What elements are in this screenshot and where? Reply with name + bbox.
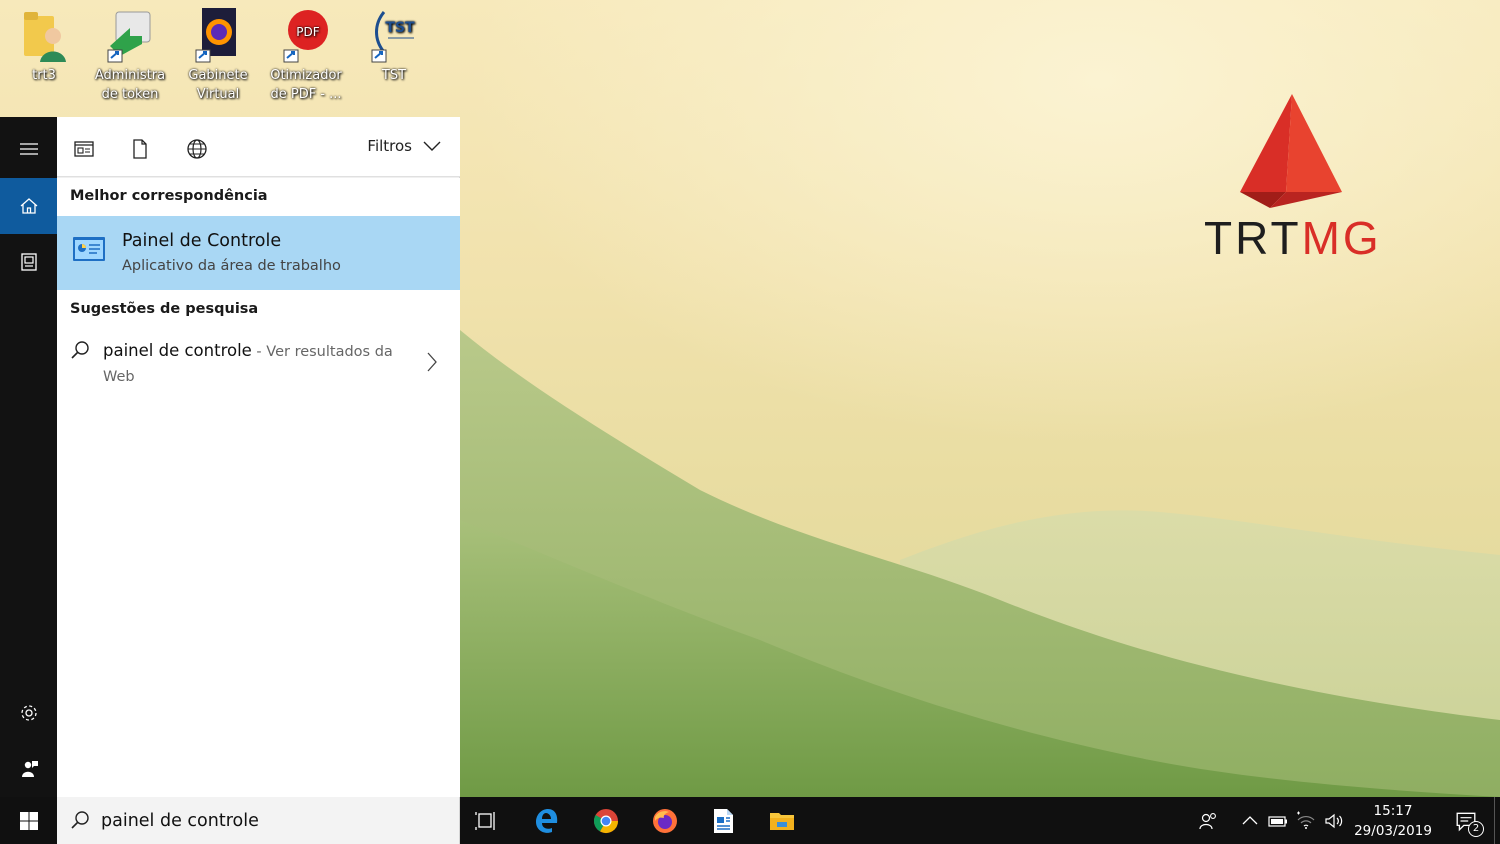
clock-time: 15:17: [1373, 803, 1413, 819]
trtmg-logo-text: TRTMG: [1204, 212, 1382, 264]
search-panel: Filtros Melhor correspondência Painel de…: [57, 117, 460, 797]
best-match-header: Melhor correspondência: [70, 188, 268, 204]
desktop-icon-tst[interactable]: TST TST: [352, 6, 436, 85]
desktop-icon-label: TST: [381, 68, 407, 83]
best-match-subtitle: Aplicativo da área de trabalho: [122, 258, 341, 274]
network-button[interactable]: [1293, 797, 1319, 844]
apps-scope-button[interactable]: [70, 135, 98, 163]
search-icon: [71, 811, 89, 829]
suggestion-text: painel de controle - Ver resultados da W…: [103, 339, 403, 389]
notification-count-badge: 2: [1468, 821, 1484, 837]
people-button[interactable]: [1193, 797, 1223, 844]
best-match-title: Painel de Controle: [122, 231, 282, 251]
documents-scope-icon: [133, 139, 147, 159]
document-editor-taskbar-button[interactable]: [697, 797, 749, 844]
wifi-icon: [1297, 811, 1315, 829]
notebook-icon: [20, 253, 37, 271]
file-explorer-icon: [770, 812, 794, 830]
logo-text-mg: MG: [1301, 212, 1382, 264]
suggestion-query: painel de controle: [103, 341, 252, 360]
notebook-button[interactable]: [0, 234, 57, 290]
clock-date: 29/03/2019: [1354, 823, 1432, 839]
chevron-down-icon: [423, 141, 441, 151]
web-scope-icon: [187, 139, 207, 159]
web-scope-button[interactable]: [183, 135, 211, 163]
filters-dropdown[interactable]: Filtros: [367, 137, 442, 155]
start-button[interactable]: [0, 797, 57, 844]
task-view-button[interactable]: [461, 797, 513, 844]
desktop-icon-label: Gabinete Virtual: [188, 68, 248, 102]
desktop-icon-token-admin[interactable]: Administra de token: [88, 6, 172, 104]
chevron-right-icon[interactable]: [426, 351, 438, 373]
feedback-icon: [21, 761, 38, 777]
edge-icon: [536, 808, 558, 833]
volume-icon: [1325, 813, 1343, 828]
filters-label: Filtros: [367, 137, 412, 155]
desktop-icon-label: Otimizador de PDF - ...: [270, 68, 342, 102]
pdf-optimizer-icon: PDF: [282, 6, 330, 64]
desktop-icon-gabinete-virtual[interactable]: Gabinete Virtual: [176, 6, 260, 104]
tst-shortcut-icon: TST: [370, 6, 418, 64]
apps-scope-icon: [74, 141, 94, 157]
hamburger-menu-icon: [19, 143, 38, 155]
firefox-icon: [653, 808, 677, 833]
desktop-icon-trt3[interactable]: trt3: [2, 6, 86, 85]
start-rail: [0, 117, 57, 797]
chrome-icon: [593, 808, 618, 833]
action-center-button[interactable]: 2: [1446, 797, 1486, 844]
task-view-icon: [475, 811, 495, 830]
document-editor-icon: [714, 808, 733, 833]
home-icon: [20, 198, 37, 214]
desktop-icon-label: trt3: [32, 68, 56, 83]
people-icon: [1199, 812, 1216, 829]
search-input[interactable]: [101, 807, 441, 835]
best-match-result[interactable]: Painel de Controle Aplicativo da área de…: [57, 216, 460, 290]
search-results: Melhor correspondência Painel de Control…: [57, 178, 460, 797]
settings-icon: [20, 705, 37, 721]
chevron-up-icon: [1242, 815, 1258, 824]
feedback-button[interactable]: [0, 741, 57, 797]
edge-taskbar-button[interactable]: [521, 797, 573, 844]
web-suggestion-item[interactable]: painel de controle - Ver resultados da W…: [57, 323, 460, 399]
home-button[interactable]: [0, 178, 57, 234]
show-desktop-button[interactable]: [1494, 797, 1500, 844]
show-hidden-icons-button[interactable]: [1238, 797, 1262, 844]
windows-logo-icon: [19, 811, 38, 830]
desktop-icon-label: Administra de token: [94, 68, 166, 102]
clock[interactable]: 15:17 29/03/2019: [1346, 801, 1440, 841]
documents-scope-button[interactable]: [126, 135, 154, 163]
svg-text:PDF: PDF: [296, 25, 319, 39]
firefox-taskbar-button[interactable]: [639, 797, 691, 844]
settings-button[interactable]: [0, 685, 57, 741]
token-manager-icon: [106, 6, 154, 64]
taskbar-search-box[interactable]: [57, 797, 460, 844]
file-explorer-taskbar-button[interactable]: [756, 797, 808, 844]
battery-button[interactable]: [1266, 797, 1290, 844]
search-scope-bar: Filtros: [57, 117, 460, 177]
desktop-icon-pdf-optimizer[interactable]: PDF Otimizador de PDF - ...: [264, 6, 348, 104]
control-panel-icon: [73, 237, 105, 261]
hamburger-menu-button[interactable]: [0, 121, 57, 177]
chrome-taskbar-button[interactable]: [580, 797, 632, 844]
suggestions-header: Sugestões de pesquisa: [70, 301, 259, 317]
svg-text:TST: TST: [385, 20, 415, 36]
search-icon: [71, 341, 89, 359]
volume-button[interactable]: [1322, 797, 1346, 844]
user-folder-icon: [20, 6, 68, 64]
logo-text-trt: TRT: [1204, 212, 1302, 264]
firefox-shortcut-icon: [194, 6, 242, 64]
battery-icon: [1268, 815, 1287, 827]
